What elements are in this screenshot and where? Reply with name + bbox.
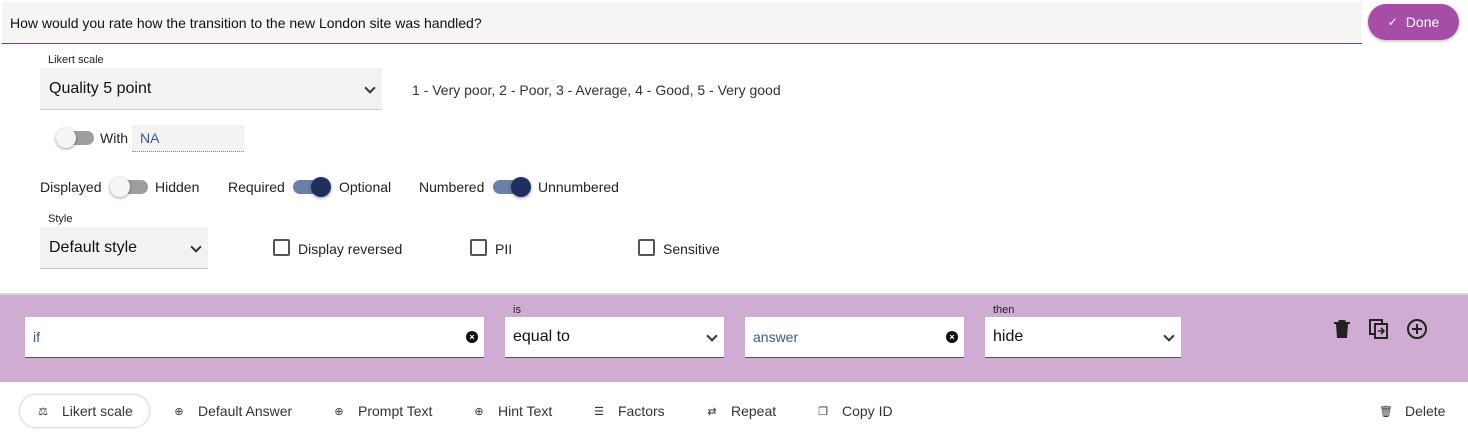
check-icon: ✓	[1387, 15, 1398, 29]
add-circle-icon[interactable]	[1405, 317, 1429, 341]
answer-input[interactable]: answer ×	[745, 317, 964, 358]
action-select[interactable]: hide	[985, 317, 1181, 358]
factors-button[interactable]: ☰ Factors	[576, 394, 681, 428]
default-answer-button-label: Default Answer	[198, 403, 293, 419]
style-select[interactable]: Default style	[40, 227, 208, 269]
chevron-down-icon	[190, 242, 202, 254]
with-label: With	[100, 130, 128, 146]
required-label: Required	[228, 179, 285, 195]
numbered-label: Numbered	[419, 179, 485, 195]
display-reversed-checkbox[interactable]	[273, 239, 290, 256]
display-reversed-label: Display reversed	[298, 241, 403, 257]
toggle-knob	[311, 177, 331, 197]
add-circle-icon: ⊕	[334, 405, 344, 418]
repeat-button-label: Repeat	[731, 403, 777, 419]
toggle-knob	[110, 177, 130, 197]
delete-icon[interactable]	[1330, 317, 1354, 341]
delete-button[interactable]: 🗑 Delete	[1363, 394, 1461, 428]
chevron-down-icon	[706, 331, 718, 343]
toggle-knob	[56, 128, 76, 148]
is-label: is	[513, 304, 521, 316]
repeat-icon: ⇄	[707, 405, 717, 418]
list-icon: ☰	[594, 405, 604, 418]
answer-placeholder: answer	[753, 329, 799, 345]
hint-text-button-label: Hint Text	[498, 403, 553, 419]
action-value: hide	[993, 328, 1024, 345]
optional-label: Optional	[339, 179, 392, 195]
clear-icon[interactable]: ×	[466, 331, 478, 343]
question-text-field[interactable]: How would you rate how the transition to…	[2, 2, 1362, 44]
style-label: Style	[48, 213, 73, 225]
delete-icon: 🗑	[1379, 405, 1393, 418]
done-button[interactable]: ✓ Done	[1368, 4, 1459, 40]
displayed-hidden-toggle[interactable]	[110, 177, 148, 197]
then-label: then	[993, 304, 1015, 316]
add-circle-icon: ⊕	[474, 405, 484, 418]
copy-id-button-label: Copy ID	[842, 403, 893, 419]
prompt-text-button[interactable]: ⊕ Prompt Text	[316, 394, 448, 428]
na-label-input[interactable]: NA	[132, 125, 244, 152]
if-question-input[interactable]: if ×	[25, 317, 484, 358]
sensitive-checkbox[interactable]	[638, 239, 655, 256]
factors-button-label: Factors	[618, 403, 665, 419]
if-placeholder: if	[33, 329, 40, 345]
prompt-text-button-label: Prompt Text	[358, 403, 433, 419]
likert-scale-value: Quality 5 point	[49, 79, 152, 97]
with-na-toggle[interactable]	[56, 128, 94, 148]
hidden-label: Hidden	[155, 179, 200, 195]
repeat-button[interactable]: ⇄ Repeat	[689, 394, 792, 428]
required-optional-toggle[interactable]	[293, 177, 331, 197]
operator-select[interactable]: equal to	[505, 317, 724, 358]
display-rule-row: if × is equal to answer × then hide	[0, 295, 1468, 382]
pii-checkbox[interactable]	[470, 239, 487, 256]
operator-value: equal to	[513, 328, 570, 345]
hint-text-button[interactable]: ⊕ Hint Text	[456, 394, 568, 428]
add-circle-icon: ⊕	[174, 405, 184, 418]
question-text: How would you rate how the transition to…	[10, 15, 482, 31]
likert-scale-button-label: Likert scale	[62, 403, 133, 419]
pii-label: PII	[495, 241, 513, 257]
clear-icon[interactable]: ×	[946, 331, 958, 343]
style-value: Default style	[49, 238, 138, 256]
likert-scale-button[interactable]: ⚖ Likert scale	[19, 394, 150, 428]
displayed-label: Displayed	[40, 179, 102, 195]
chevron-down-icon	[1163, 331, 1175, 343]
copy-icon: ❐	[818, 405, 828, 418]
delete-button-label: Delete	[1405, 403, 1446, 419]
copy-id-button[interactable]: ❐ Copy ID	[800, 394, 909, 428]
numbered-unnumbered-toggle[interactable]	[493, 177, 531, 197]
chevron-down-icon	[364, 83, 376, 95]
footer-toolbar: ⚖ Likert scale ⊕ Default Answer ⊕ Prompt…	[0, 382, 1468, 437]
scale-icon: ⚖	[38, 405, 48, 418]
likert-scale-description: 1 - Very poor, 2 - Poor, 3 - Average, 4 …	[412, 82, 781, 98]
sensitive-label: Sensitive	[663, 241, 720, 257]
done-button-label: Done	[1405, 14, 1440, 30]
unnumbered-label: Unnumbered	[538, 179, 619, 195]
likert-scale-label: Likert scale	[48, 54, 104, 66]
toggle-knob	[511, 177, 531, 197]
default-answer-button[interactable]: ⊕ Default Answer	[156, 394, 308, 428]
likert-scale-select[interactable]: Quality 5 point	[40, 68, 382, 110]
copy-icon[interactable]	[1367, 317, 1391, 341]
